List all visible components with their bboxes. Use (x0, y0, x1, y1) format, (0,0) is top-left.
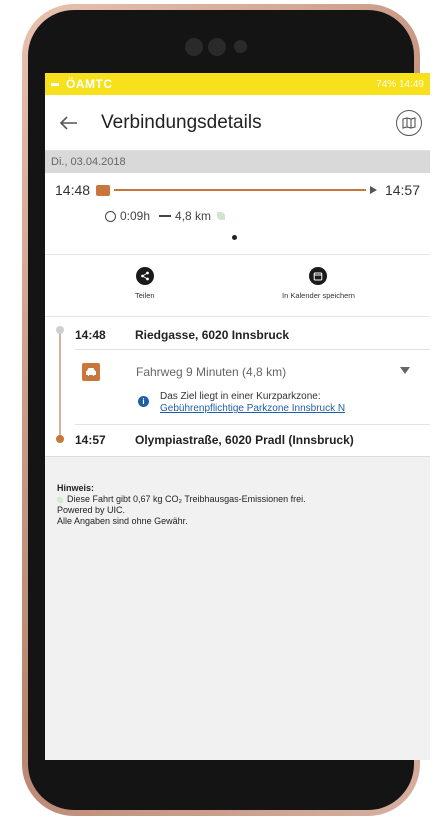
car-icon (96, 184, 111, 196)
expand-chevron-icon[interactable] (400, 367, 410, 374)
phone-screen: ÖAMTC 74% 14:49 Verbindungsdetails Di., … (45, 73, 430, 760)
summary-duration: 0:09h (120, 209, 151, 223)
share-label: Teilen (135, 291, 155, 300)
date-row: Di., 03.04.2018 (45, 151, 430, 173)
parking-info: Das Ziel liegt in einer Kurzparkzone: Ge… (160, 391, 345, 415)
back-arrow-icon[interactable] (57, 111, 81, 135)
divider (75, 349, 430, 350)
notes-section: Hinweis: Diese Fahrt gibt 0,67 kg CO₂ Tr… (45, 457, 430, 527)
start-stop-dot (56, 326, 64, 334)
summary-start-time: 14:48 (55, 182, 91, 198)
speaker-dot (208, 38, 226, 56)
end-stop-time: 14:57 (75, 433, 106, 447)
start-stop-time: 14:48 (75, 328, 106, 342)
page-title: Verbindungsdetails (101, 111, 262, 133)
add-calendar-button[interactable]: In Kalender speichern (282, 267, 355, 300)
action-row: Teilen In Kalender speichern (45, 254, 430, 317)
notification-icon (51, 82, 59, 86)
sensor-dot (234, 40, 247, 53)
trip-date: Di., 03.04.2018 (51, 156, 126, 168)
parking-zone-link[interactable]: Gebührenpflichtige Parkzone Innsbruck N (160, 403, 345, 415)
info-icon: i (138, 396, 149, 407)
summary-distance: 4,8 km (175, 209, 212, 223)
emissions-note: Diese Fahrt gibt 0,67 kg CO₂ Treibhausga… (57, 494, 418, 505)
share-button[interactable]: Teilen (135, 267, 155, 300)
car-icon (82, 363, 100, 381)
emissions-text: Diese Fahrt gibt 0,67 kg CO₂ Treibhausga… (67, 494, 306, 504)
summary-end-time: 14:57 (384, 182, 420, 198)
route-line (59, 329, 61, 439)
parking-info-text: Das Ziel liegt in einer Kurzparkzone: (160, 391, 321, 402)
start-stop-name: Riedgasse, 6020 Innsbruck (135, 328, 290, 342)
clock-icon (105, 210, 116, 222)
page-indicator-dot[interactable] (232, 235, 237, 240)
end-stop-dot (56, 435, 64, 443)
leaf-icon (57, 496, 63, 503)
status-carrier: ÖAMTC (66, 77, 113, 91)
trip-summary: 14:48 14:57 0:09h 4,8 km (45, 173, 430, 254)
share-icon (135, 267, 154, 285)
leg-description[interactable]: Fahrweg 9 Minuten (4,8 km) (136, 365, 286, 379)
camera-dot (185, 38, 203, 56)
start-stop: 14:48 Riedgasse, 6020 Innsbruck (75, 328, 418, 342)
notes-title: Hinweis: (57, 483, 95, 493)
app-bar: Verbindungsdetails (45, 95, 430, 151)
add-calendar-label: In Kalender speichern (282, 291, 355, 300)
route-details: 14:48 Riedgasse, 6020 Innsbruck Fahrweg … (45, 317, 430, 457)
status-bar: ÖAMTC 74% 14:49 (45, 73, 430, 95)
arrow-right-icon (369, 186, 377, 194)
end-stop-name: Olympiastraße, 6020 Pradl (Innsbruck) (135, 433, 354, 447)
distance-icon (159, 215, 172, 217)
summary-timeline: 14:48 14:57 (55, 182, 420, 198)
calendar-icon (309, 267, 328, 285)
timeline-bar (114, 189, 366, 191)
map-icon[interactable] (396, 109, 422, 136)
status-battery-time: 74% 14:49 (376, 78, 424, 90)
end-stop: 14:57 Olympiastraße, 6020 Pradl (Innsbru… (75, 433, 418, 447)
divider (75, 424, 430, 425)
summary-details: 0:09h 4,8 km (105, 209, 226, 223)
disclaimer-text: Alle Angaben sind ohne Gewähr. (57, 516, 188, 526)
powered-by-text: Powered by UIC. (57, 505, 126, 515)
leaf-icon (217, 212, 226, 220)
